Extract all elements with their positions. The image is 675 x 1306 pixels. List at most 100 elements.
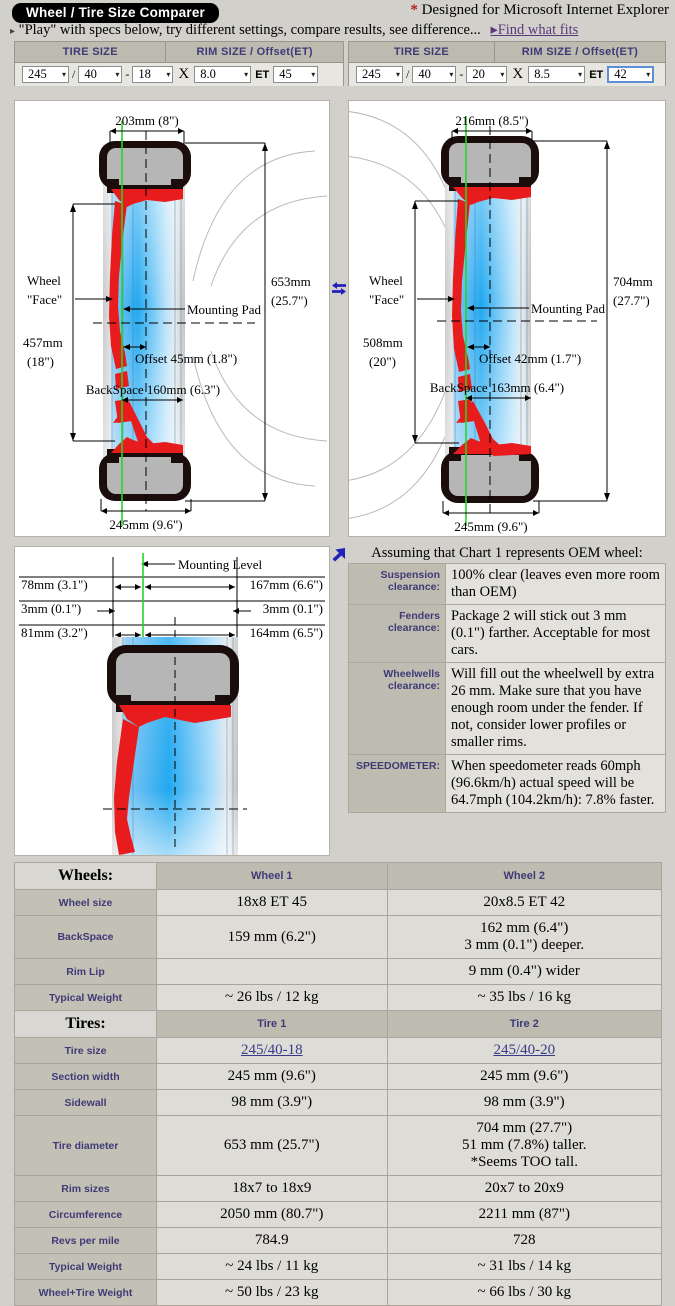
comparison-row: Fenders clearance: Package 2 will stick ou… bbox=[348, 604, 666, 663]
wheels-col1-header: Wheel 1 bbox=[156, 862, 388, 890]
wheel1-cross-section-diagram: 203mm (8") 653mm (25.7") Wheel "Face" Ba bbox=[14, 100, 330, 537]
section-width-dim-1: 245mm (9.6") bbox=[109, 517, 182, 532]
wheel-face-label-1-line2: "Face" bbox=[27, 292, 62, 307]
comparison-row-value: Package 2 will stick out 3 mm (0.1") far… bbox=[445, 604, 666, 663]
spec-row-value-1: ~ 26 lbs / 12 kg bbox=[156, 984, 388, 1011]
spec-table-row: Circumference 2050 mm (80.7") 2211 mm (87"… bbox=[14, 1201, 663, 1228]
backspace-dim-2: BackSpace 163mm (6.4") bbox=[430, 380, 564, 395]
chevron-down-icon: ▾ bbox=[449, 70, 454, 79]
tire-diameter-dim-1-line1: 653mm bbox=[271, 274, 311, 289]
diagram3-svg: Mounting Level 78mm (3.1") 167mm (6.6") … bbox=[19, 553, 325, 855]
spec-row-value-2: ~ 31 lbs / 14 kg bbox=[386, 1253, 663, 1280]
diagram3-left-1: 78mm (3.1") bbox=[21, 577, 88, 592]
chevron-down-icon: ▾ bbox=[244, 70, 249, 79]
spec-row-value-2: ~ 35 lbs / 16 kg bbox=[386, 984, 663, 1011]
spec-row-value-2: 9 mm (0.4") wider bbox=[386, 958, 663, 985]
spec-table-row: Tire size 245/40-18 245/40-20 bbox=[14, 1037, 663, 1064]
rim-diameter-value-1: 18 bbox=[138, 67, 151, 81]
mounting-pad-label-2: Mounting Pad bbox=[531, 301, 606, 316]
spec-row-label: Typical Weight bbox=[14, 984, 157, 1011]
spec-row-label: Rim Lip bbox=[14, 958, 157, 985]
overlay-tire-bead bbox=[107, 645, 239, 712]
tire-aspect-select-1[interactable]: 40 ▾ bbox=[78, 66, 123, 83]
rim-width-select-2[interactable]: 8.5 ▾ bbox=[528, 66, 586, 83]
chevron-down-icon: ▾ bbox=[578, 70, 583, 79]
selector-controls-row: 245 ▾ / 40 ▾ - 18 ▾ X 8.0 ▾ ET 45 ▾ bbox=[15, 63, 343, 86]
slash-separator-1: / bbox=[72, 67, 76, 81]
bullet-icon: ▸ bbox=[10, 26, 16, 37]
tire-width-value-2: 245 bbox=[362, 67, 381, 81]
spec-row-value-1[interactable]: 245/40-18 bbox=[156, 1037, 388, 1064]
tire-diameter-dim-1-line2: (25.7") bbox=[271, 293, 308, 308]
comparison-table: Suspension clearance: 100% clear (leaves e… bbox=[348, 563, 666, 813]
rim-width-value-1: 8.0 bbox=[200, 67, 216, 81]
page-title: Wheel / Tire Size Comparer bbox=[12, 3, 220, 23]
spec-row-value-1: 159 mm (6.2") bbox=[156, 915, 388, 959]
wheels-col2-header: Wheel 2 bbox=[386, 862, 663, 890]
spec-row-value-2: 728 bbox=[386, 1227, 663, 1254]
wheel2-selector-panel: TIRE SIZE RIM SIZE / Offset(ET) 245 ▾ / 4… bbox=[348, 41, 666, 86]
spec-row-label: Circumference bbox=[14, 1201, 157, 1228]
tire-size-link[interactable]: 245/40-20 bbox=[493, 1042, 555, 1058]
offset-dim-1: Offset 45mm (1.8") bbox=[135, 351, 237, 366]
et-label-2: ET bbox=[589, 68, 604, 81]
tire-aspect-value-1: 40 bbox=[84, 67, 97, 81]
spec-table: Wheels: Wheel 1 Wheel 2 Wheel size 18x8 ET 4… bbox=[14, 862, 663, 1306]
spec-row-value-2: 98 mm (3.9") bbox=[386, 1089, 663, 1116]
rim-diameter-select-1[interactable]: 18 ▾ bbox=[132, 66, 174, 83]
tire-size-link[interactable]: 245/40-18 bbox=[241, 1042, 303, 1058]
spec-row-value-1: 245 mm (9.6") bbox=[156, 1063, 388, 1090]
rim-size-header: RIM SIZE / Offset(ET) bbox=[521, 46, 639, 58]
comparison-row: SPEEDOMETER: When speedometer reads 60mph… bbox=[348, 754, 666, 813]
selector-header-row: TIRE SIZE RIM SIZE / Offset(ET) bbox=[15, 42, 343, 63]
diagram3-left-2: 3mm (0.1") bbox=[21, 601, 81, 616]
comparison-title: Assuming that Chart 1 represents OEM whe… bbox=[371, 545, 643, 561]
chevron-down-icon: ▾ bbox=[115, 70, 120, 79]
offset-select-1[interactable]: 45 ▾ bbox=[273, 66, 319, 83]
comparison-row-label: Suspension clearance: bbox=[348, 563, 446, 605]
tire-width-select-1[interactable]: 245 ▾ bbox=[22, 66, 69, 83]
diagram3-right-2: 3mm (0.1") bbox=[263, 601, 323, 616]
tire-width-select-2[interactable]: 245 ▾ bbox=[356, 66, 403, 83]
comparison-row-value: Will fill out the wheelwell by extra 26 … bbox=[445, 662, 666, 755]
tires-section-label: Tires: bbox=[14, 1010, 157, 1038]
spec-row-label: Tire diameter bbox=[14, 1115, 157, 1176]
spec-row-label: Rim sizes bbox=[14, 1175, 157, 1202]
chevron-down-icon: ▾ bbox=[500, 70, 505, 79]
spec-table-row: Section width 245 mm (9.6") 245 mm (9.6") bbox=[14, 1063, 663, 1090]
arrow-down-left-icon[interactable] bbox=[332, 547, 346, 563]
tire-aspect-select-2[interactable]: 40 ▾ bbox=[412, 66, 457, 83]
spec-table-row: Revs per mile 784.9 728 bbox=[14, 1227, 663, 1254]
designed-for-note: * Designed for Microsoft Internet Explor… bbox=[410, 2, 669, 19]
offset-select-2[interactable]: 42 ▾ bbox=[607, 66, 655, 83]
spec-row-value-2[interactable]: 245/40-20 bbox=[386, 1037, 663, 1064]
offset-dim-2: Offset 42mm (1.7") bbox=[479, 351, 581, 366]
rim-size-header: RIM SIZE / Offset(ET) bbox=[196, 46, 313, 58]
rim-diameter-select-2[interactable]: 20 ▾ bbox=[466, 66, 508, 83]
spec-table-row: Wheel+Tire Weight ~ 50 lbs / 23 kg ~ 66 lb… bbox=[14, 1279, 663, 1306]
comparison-row: Suspension clearance: 100% clear (leaves e… bbox=[348, 563, 666, 605]
spec-row-label: Sidewall bbox=[14, 1089, 157, 1116]
comparison-panel: Assuming that Chart 1 represents OEM whe… bbox=[348, 546, 666, 813]
spec-row-value-2: 20x7 to 20x9 bbox=[386, 1175, 663, 1202]
comparison-overlay-diagram: Mounting Level 78mm (3.1") 167mm (6.6") … bbox=[14, 546, 330, 856]
spec-row-value-2: 20x8.5 ET 42 bbox=[386, 889, 663, 916]
comparison-row: Wheelwells clearance: Will fill out the wh… bbox=[348, 662, 666, 755]
rim-diameter-dim-2-line2: (20") bbox=[369, 354, 396, 369]
spec-table-row: Tire diameter 653 mm (25.7") 704 mm (27.7"… bbox=[14, 1115, 663, 1176]
spec-row-value-1: 18x7 to 18x9 bbox=[156, 1175, 388, 1202]
dash-separator-2: - bbox=[459, 67, 464, 81]
chevron-down-icon: ▾ bbox=[646, 70, 651, 79]
x-separator-1: X bbox=[178, 66, 190, 82]
wheel-tire-size-comparer-page: Wheel / Tire Size Comparer * Designed fo… bbox=[0, 0, 675, 1306]
rim-width-select-1[interactable]: 8.0 ▾ bbox=[194, 66, 252, 83]
wheel1-svg: 203mm (8") 653mm (25.7") Wheel "Face" Ba bbox=[23, 113, 328, 532]
designed-for-text: Designed for Microsoft Internet Explorer bbox=[421, 2, 669, 18]
find-what-fits-link[interactable]: ▸Find what fits bbox=[490, 22, 578, 38]
swap-arrows-icon[interactable] bbox=[331, 281, 347, 297]
spec-table-row: Sidewall 98 mm (3.9") 98 mm (3.9") bbox=[14, 1089, 663, 1116]
spec-table-row: BackSpace 159 mm (6.2") 162 mm (6.4") 3 mm … bbox=[14, 915, 663, 959]
find-what-fits-label: Find what fits bbox=[497, 22, 579, 38]
tire-size-header: TIRE SIZE bbox=[15, 42, 167, 62]
spec-row-value-1: ~ 24 lbs / 11 kg bbox=[156, 1253, 388, 1280]
